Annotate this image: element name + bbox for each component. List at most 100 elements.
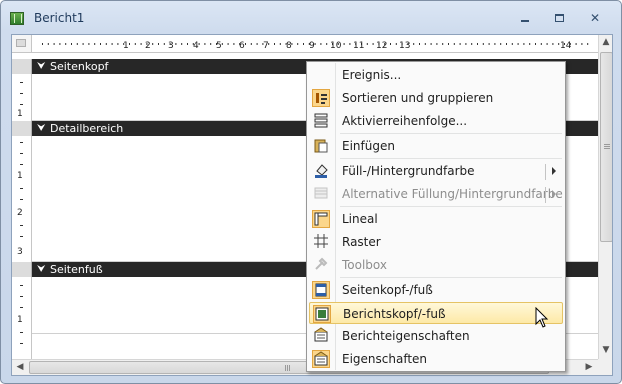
ruler-tick: [187, 43, 188, 45]
ruler-tick: [47, 43, 49, 45]
vertical-ruler-mark: 1: [17, 109, 23, 119]
ruler-tick: [204, 43, 206, 45]
menu-item-label: Berichtskopf/-fuß: [343, 307, 446, 321]
menu-item-fuellfarbe[interactable]: Füll-/Hintergrundfarbe: [309, 160, 563, 182]
ruler-tick: [488, 43, 490, 45]
menu-item-raster[interactable]: Raster: [309, 231, 563, 253]
ruler-tick: [540, 43, 542, 45]
menu-item-label: Berichteigenschaften: [342, 329, 470, 343]
title-bar[interactable]: Bericht1 ✕: [1, 1, 621, 33]
report-selector[interactable]: [12, 35, 32, 53]
ruler-tick: [326, 43, 328, 45]
ruler-ticks: [42, 43, 589, 45]
ruler-tick: [117, 43, 119, 45]
tab-order-icon: [312, 112, 330, 130]
minimize-icon: [521, 20, 529, 22]
menu-item-alternative-fuellung[interactable]: Alternative Füllung/Hintergrundfarbe: [309, 183, 563, 205]
menu-item-label: Alternative Füllung/Hintergrundfarbe: [342, 187, 563, 201]
section-selector[interactable]: [12, 262, 32, 277]
ruler-tick: [581, 43, 583, 45]
ruler-mark: 8: [286, 41, 292, 51]
vertical-scroll-thumb[interactable]: [600, 52, 612, 242]
menu-item-lineal[interactable]: Lineal: [309, 208, 563, 230]
ruler-tick: [175, 43, 177, 45]
scroll-left-arrow-icon[interactable]: ◀: [13, 360, 27, 375]
section-label: Seitenfuß: [50, 263, 103, 276]
menu-item-label: Aktivierreihenfolge...: [342, 114, 468, 128]
mouse-pointer-icon: [535, 307, 549, 328]
menu-item-aktivierreihenfolge[interactable]: Aktivierreihenfolge...: [309, 110, 563, 132]
ruler-mark: 5: [216, 41, 222, 51]
ruler-tick: [372, 43, 374, 45]
ruler-tick: [482, 43, 484, 45]
section-selector[interactable]: [12, 121, 32, 136]
ruler-tick: [129, 43, 130, 45]
context-menu: Ereignis... Sortieren und gruppieren Akt…: [306, 61, 566, 372]
menu-item-label: Einfügen: [342, 139, 395, 153]
ruler-tick: [245, 43, 246, 45]
ruler-tick: [158, 43, 159, 45]
menu-item-label: Raster: [342, 235, 381, 249]
menu-item-label: Lineal: [342, 212, 378, 226]
menu-item-label: Seitenkopf-/fuß: [342, 283, 433, 297]
ruler-mark: 12: [376, 41, 388, 51]
maximize-button[interactable]: [548, 10, 572, 27]
scroll-down-arrow-icon[interactable]: ▼: [599, 343, 612, 358]
menu-item-berichtskopf-fuss[interactable]: Berichtskopf/-fuß: [309, 302, 563, 324]
menu-item-label: Füll-/Hintergrundfarbe: [342, 164, 475, 178]
ruler-tick: [419, 43, 420, 45]
menu-item-sortieren[interactable]: Sortieren und gruppieren: [309, 87, 563, 109]
ruler-tick: [181, 43, 183, 45]
vertical-ruler-mark: 1: [17, 315, 23, 325]
ruler-mark: 13: [399, 41, 411, 51]
scroll-right-arrow-icon[interactable]: ▶: [582, 360, 596, 375]
menu-item-label: Eigenschaften: [342, 352, 428, 366]
menu-item-toolbox[interactable]: Toolbox: [309, 254, 563, 276]
ruler-tick: [465, 43, 467, 45]
vertical-ruler-mark: 2: [17, 208, 23, 218]
alternate-fill-icon: [312, 185, 330, 203]
paste-icon: [312, 137, 330, 155]
ruler-mark: 9: [309, 41, 315, 51]
submenu-arrow-icon: [552, 190, 556, 198]
menu-item-seitenkopf-fuss[interactable]: Seitenkopf-/fuß: [309, 279, 563, 301]
ruler-tick: [390, 43, 391, 45]
ruler-tick: [163, 43, 165, 45]
ruler-tick: [529, 43, 531, 45]
scroll-up-arrow-icon[interactable]: ▲: [599, 35, 612, 50]
vertical-scrollbar[interactable]: ▲ ▼: [598, 35, 612, 359]
ruler-tick: [575, 43, 577, 45]
ruler-mark: 4: [193, 41, 199, 51]
ruler-mark: 3: [168, 41, 174, 51]
ruler-tick: [552, 43, 554, 45]
ruler-tick: [221, 43, 223, 45]
ruler-tick: [523, 43, 525, 45]
horizontal-ruler[interactable]: 1 2 3 4 5 6 7 8 9 10 11 12 13 14: [32, 35, 598, 53]
ruler-tick: [506, 43, 507, 45]
vertical-ruler: 1 2 3: [12, 136, 32, 262]
vertical-ruler: 1: [12, 277, 32, 359]
menu-item-ereignis[interactable]: Ereignis...: [309, 64, 563, 86]
ruler-tick: [349, 43, 351, 45]
ruler-tick: [395, 43, 397, 45]
ruler-tick: [511, 43, 513, 45]
report-properties-icon: [312, 327, 330, 345]
menu-item-eigenschaften[interactable]: Eigenschaften: [309, 348, 563, 370]
ruler-tick: [94, 43, 96, 45]
minimize-button[interactable]: [513, 10, 537, 27]
section-selector[interactable]: [12, 59, 32, 74]
submenu-arrow-icon: [552, 167, 556, 175]
ruler-mark: 10: [330, 41, 342, 51]
ruler-mark: 6: [239, 41, 245, 51]
ruler-tick: [76, 43, 78, 45]
ruler-tick: [82, 43, 84, 45]
ruler-tick: [343, 43, 345, 45]
vertical-ruler-mark: 3: [17, 247, 23, 257]
report-header-footer-icon: [313, 305, 331, 323]
ruler-icon: [312, 210, 330, 228]
menu-item-einfuegen[interactable]: Einfügen: [309, 135, 563, 157]
menu-item-berichteigenschaften[interactable]: Berichteigenschaften: [309, 325, 563, 347]
ruler-tick: [297, 43, 299, 45]
section-label: Detailbereich: [50, 122, 124, 135]
close-button[interactable]: ✕: [583, 10, 607, 27]
